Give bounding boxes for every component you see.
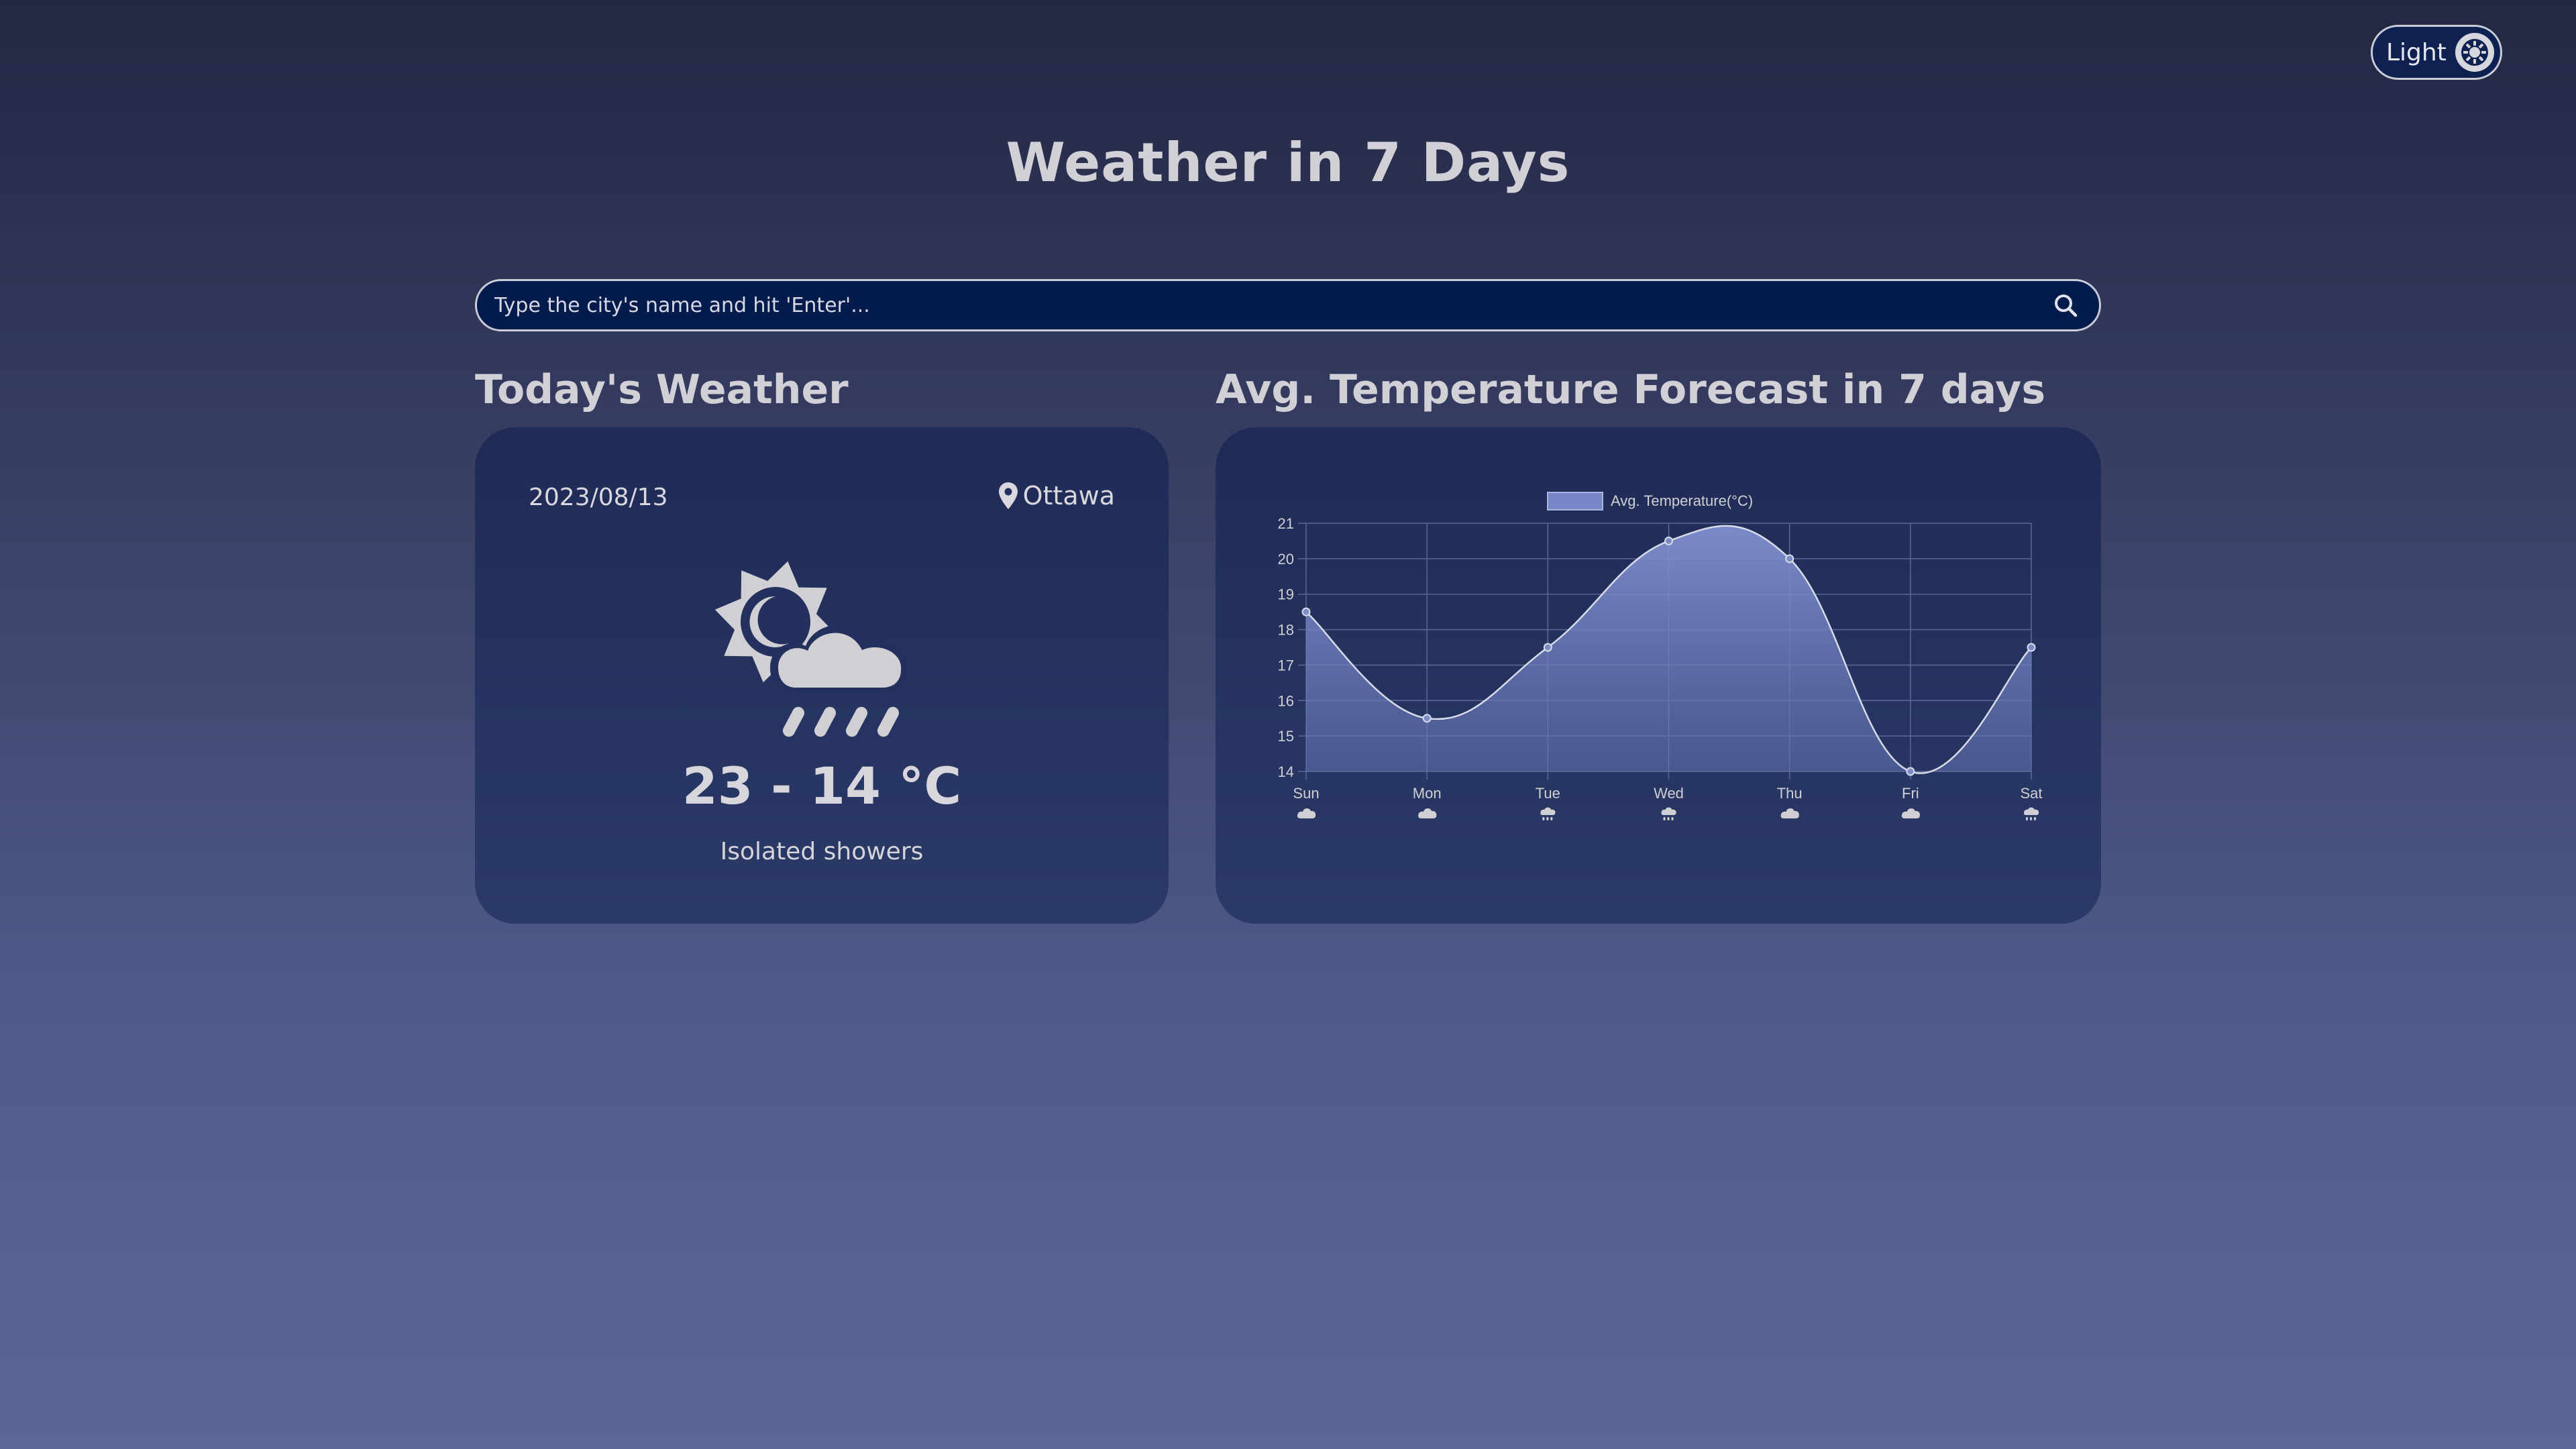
theme-toggle[interactable]: Light (2371, 25, 2502, 80)
cloud-rain-icon (1661, 807, 1676, 820)
x-tick-label: Wed (1654, 785, 1684, 802)
x-tick-label: Thu (1777, 785, 1803, 802)
legend-swatch (1547, 492, 1603, 511)
y-tick-label: 15 (1278, 728, 1294, 745)
forecast-heading: Avg. Temperature Forecast in 7 days (1216, 366, 2046, 413)
data-point (1301, 607, 1311, 616)
y-tick-label: 16 (1278, 692, 1294, 709)
today-heading: Today's Weather (475, 366, 849, 413)
cloud-rain-icon (1540, 807, 1556, 820)
forecast-chart-card: Avg. Temperature(°C) 14 15 16 17 18 19 20 21 Sun M… (1216, 427, 2101, 924)
search-input[interactable] (493, 292, 2048, 318)
y-tick-label: 14 (1278, 763, 1294, 780)
y-tick-label: 17 (1278, 657, 1294, 674)
data-point (1785, 554, 1794, 564)
y-tick-label: 19 (1278, 586, 1294, 603)
y-tick-label: 21 (1278, 515, 1294, 532)
x-tick-label: Mon (1413, 785, 1442, 802)
y-tick-label: 20 (1278, 551, 1294, 568)
search-bar (475, 279, 2101, 331)
x-tick-label: Sat (2020, 785, 2042, 802)
data-point (2027, 643, 2036, 652)
location: Ottawa (998, 481, 1115, 511)
sun-cloud-rain-icon (708, 555, 936, 749)
city-name: Ottawa (1022, 481, 1115, 511)
temperature-range: 23 - 14 °C (682, 756, 962, 816)
data-point (1422, 714, 1432, 723)
x-tick-label: Sun (1293, 785, 1319, 802)
data-point (1543, 643, 1552, 652)
page-title: Weather in 7 Days (1006, 131, 1570, 194)
data-point (1664, 536, 1673, 545)
cloud-icon (1901, 808, 1921, 818)
map-pin-icon (998, 482, 1018, 509)
sun-gear-icon (2455, 32, 2495, 72)
cloud-icon (1297, 808, 1316, 818)
legend-label: Avg. Temperature(°C) (1611, 492, 1753, 509)
weather-description: Isolated showers (720, 838, 924, 865)
data-point (1906, 767, 1915, 776)
temperature-chart: Avg. Temperature(°C) 14 15 16 17 18 19 20 21 Sun M… (1278, 492, 2043, 820)
x-tick-label: Fri (1902, 785, 1919, 802)
today-date: 2023/08/13 (529, 484, 668, 511)
theme-toggle-label: Light (2386, 38, 2447, 66)
today-weather-card: 2023/08/13 Ottawa 23 - 14 °C Isolated sh… (475, 427, 1169, 924)
cloud-icon (1780, 808, 1799, 818)
search-icon[interactable] (2048, 288, 2083, 323)
cloud-rain-icon (2024, 807, 2039, 820)
cloud-icon (1418, 808, 1437, 818)
y-tick-label: 18 (1278, 622, 1294, 639)
x-tick-label: Tue (1536, 785, 1560, 802)
